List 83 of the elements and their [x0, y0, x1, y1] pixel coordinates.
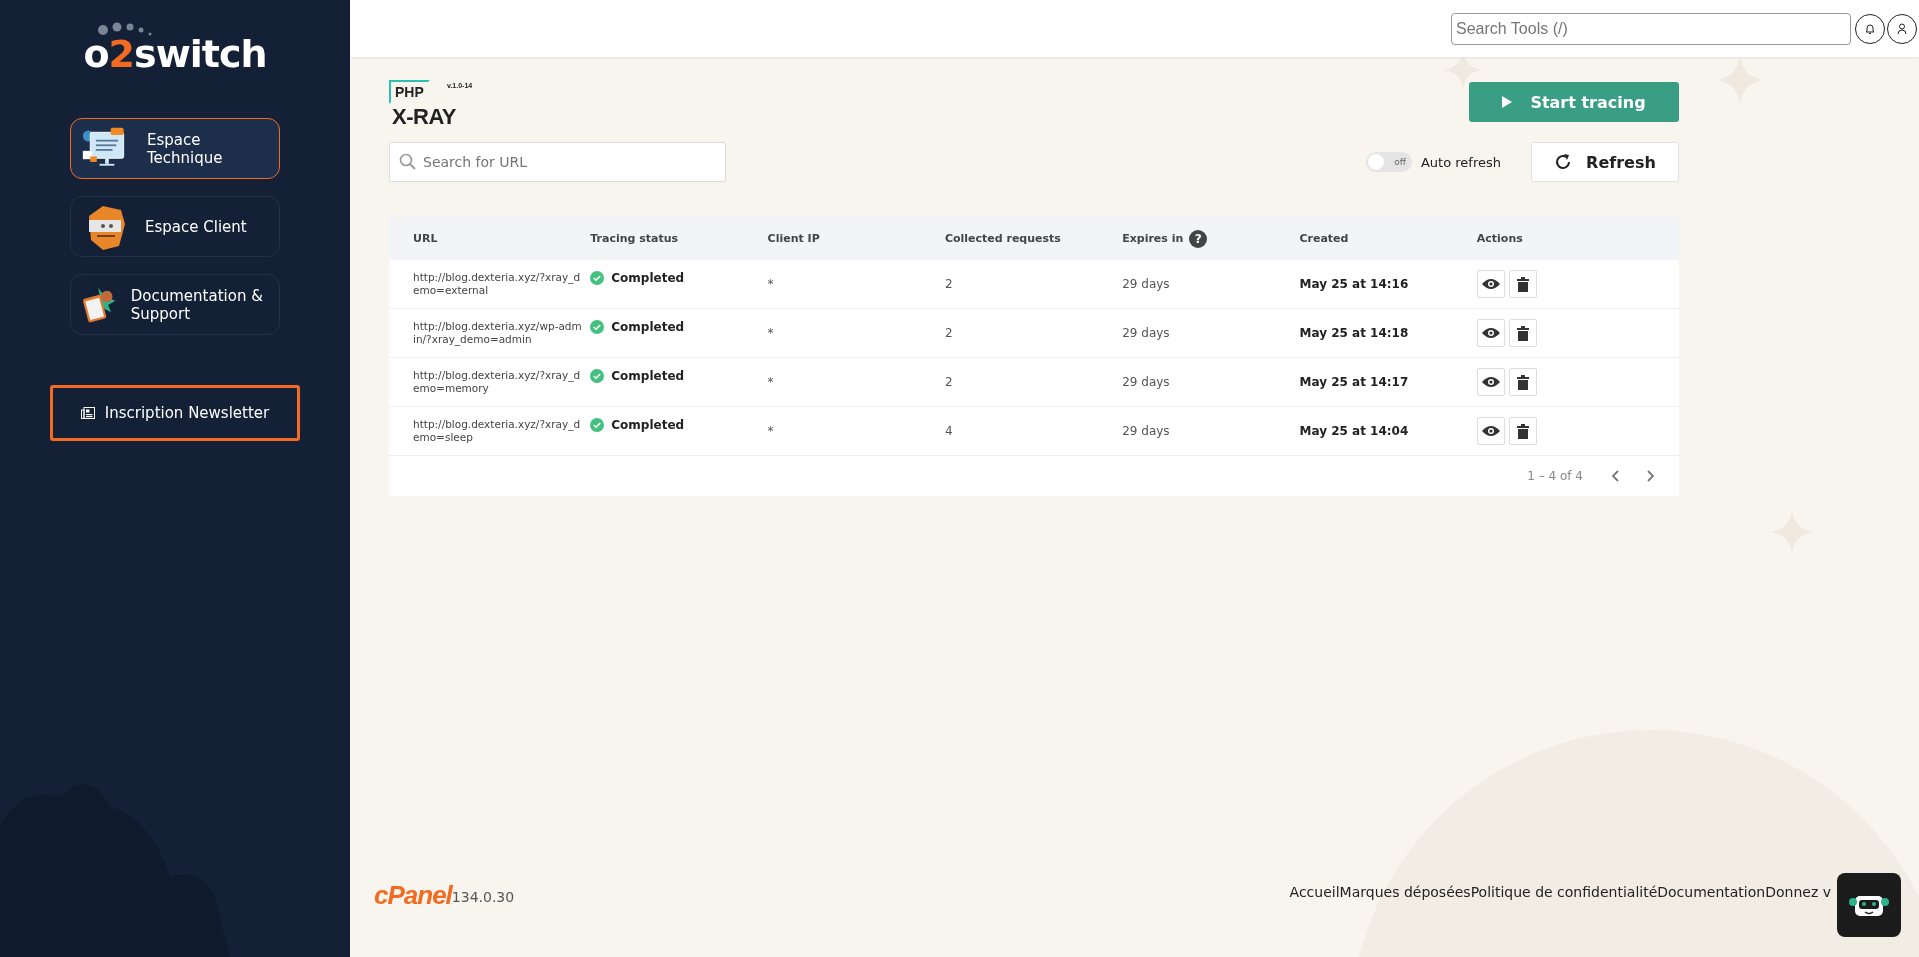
trash-icon — [1516, 276, 1529, 292]
requests-cell-text: 2 — [944, 277, 954, 291]
trash-icon — [1516, 325, 1529, 341]
status-text: Completed — [611, 271, 685, 285]
auto-refresh-label: Auto refresh — [1420, 154, 1501, 170]
refresh-button[interactable]: Refresh — [1531, 142, 1679, 182]
requests-cell-text: 4 — [944, 424, 954, 438]
footer-link[interactable]: Accueil — [1289, 884, 1340, 900]
check-circle-icon — [590, 418, 605, 432]
view-button[interactable] — [1476, 417, 1505, 445]
notifications-button[interactable] — [1855, 13, 1885, 44]
delete-button[interactable] — [1508, 417, 1537, 445]
created-cell-text: May 25 at 14:18 — [1299, 326, 1410, 340]
created-cell-text: May 25 at 14:04 — [1299, 424, 1410, 438]
trash-icon — [1516, 423, 1529, 439]
play-icon — [1502, 96, 1513, 108]
eye-icon — [1481, 376, 1500, 388]
newsletter-button[interactable]: Inscription Newsletter — [50, 385, 300, 441]
view-button[interactable] — [1476, 270, 1505, 298]
delete-button[interactable] — [1508, 319, 1537, 347]
delete-button[interactable] — [1508, 368, 1537, 396]
requests-cell-text: 2 — [944, 375, 954, 389]
footer-link[interactable]: Marques déposées — [1339, 884, 1471, 900]
chevron-right-icon — [1647, 470, 1655, 482]
search-icon — [399, 153, 416, 170]
sidebar-item[interactable]: Documentation & Support — [70, 274, 280, 335]
bell-icon — [1865, 22, 1875, 35]
footer-link[interactable]: Donnez v — [1765, 884, 1831, 900]
next-page-button[interactable] — [1647, 470, 1655, 482]
check-circle-icon — [590, 320, 605, 334]
trash-icon — [1516, 374, 1529, 390]
created-cell-text: May 25 at 14:16 — [1299, 277, 1410, 291]
footer-link[interactable]: Politique de confidentialité — [1470, 884, 1658, 900]
expires-cell-text: 29 days — [1122, 375, 1171, 389]
expires-cell-text: 29 days — [1122, 326, 1171, 340]
column-header: Created — [1299, 232, 1349, 245]
sidebar-item[interactable]: Espace Technique — [70, 118, 280, 179]
column-header: URL — [413, 232, 438, 245]
auto-refresh-toggle[interactable]: off — [1365, 152, 1412, 172]
help-icon[interactable]: ? — [1189, 229, 1208, 248]
check-circle-icon — [590, 271, 605, 285]
previous-page-button[interactable] — [1611, 470, 1619, 482]
pagination-range: 1 – 4 of 4 — [1527, 469, 1583, 483]
newspaper-icon — [80, 407, 95, 419]
expires-cell-text: 29 days — [1122, 277, 1171, 291]
chatbot-button[interactable] — [1837, 873, 1901, 937]
requests-cell-text: 2 — [944, 326, 954, 340]
status-text: Completed — [611, 418, 685, 432]
footer-link[interactable]: Documentation — [1657, 884, 1766, 900]
sidebar-item[interactable]: Espace Client — [70, 196, 280, 257]
refresh-icon — [1554, 153, 1573, 171]
eye-icon — [1481, 425, 1500, 437]
client-ip-cell-text: * — [767, 424, 775, 438]
eye-icon — [1481, 278, 1500, 290]
column-header: Expires in — [1122, 232, 1184, 245]
user-button[interactable] — [1887, 13, 1917, 44]
user-icon — [1897, 22, 1907, 35]
view-button[interactable] — [1476, 368, 1505, 396]
column-header: Collected requests — [944, 232, 1061, 245]
search-url-field[interactable]: Search for URL — [389, 142, 726, 182]
created-cell-text: May 25 at 14:17 — [1299, 375, 1410, 389]
sparkle-decoration — [1715, 55, 1765, 105]
cpanel-logo: cPanel — [374, 880, 452, 911]
o2switch-logo: o2switch — [83, 24, 267, 76]
column-header: Actions — [1476, 232, 1523, 245]
column-header: Client IP — [767, 232, 820, 245]
url-cell-text: http://blog.dexteria.xyz/?xray_demo=sleep — [413, 418, 582, 444]
search-tools-field[interactable]: Search Tools (/) — [1451, 12, 1851, 45]
client-ip-cell-text: * — [767, 326, 775, 340]
url-cell-text: http://blog.dexteria.xyz/?xray_demo=memory — [413, 369, 582, 395]
eye-icon — [1481, 327, 1500, 339]
view-button[interactable] — [1476, 319, 1505, 347]
column-header: Tracing status — [590, 232, 679, 245]
client-ip-cell-text: * — [767, 375, 775, 389]
url-cell-text: http://blog.dexteria.xyz/?xray_demo=external — [413, 271, 582, 297]
delete-button[interactable] — [1508, 270, 1537, 298]
status-text: Completed — [611, 369, 685, 383]
client-ip-cell-text: * — [767, 277, 775, 291]
status-text: Completed — [611, 320, 685, 334]
expires-cell-text: 29 days — [1122, 424, 1171, 438]
check-circle-icon — [590, 369, 605, 383]
chevron-left-icon — [1611, 470, 1619, 482]
url-cell-text: http://blog.dexteria.xyz/wp-admin/?xray_demo=admin — [413, 320, 583, 346]
